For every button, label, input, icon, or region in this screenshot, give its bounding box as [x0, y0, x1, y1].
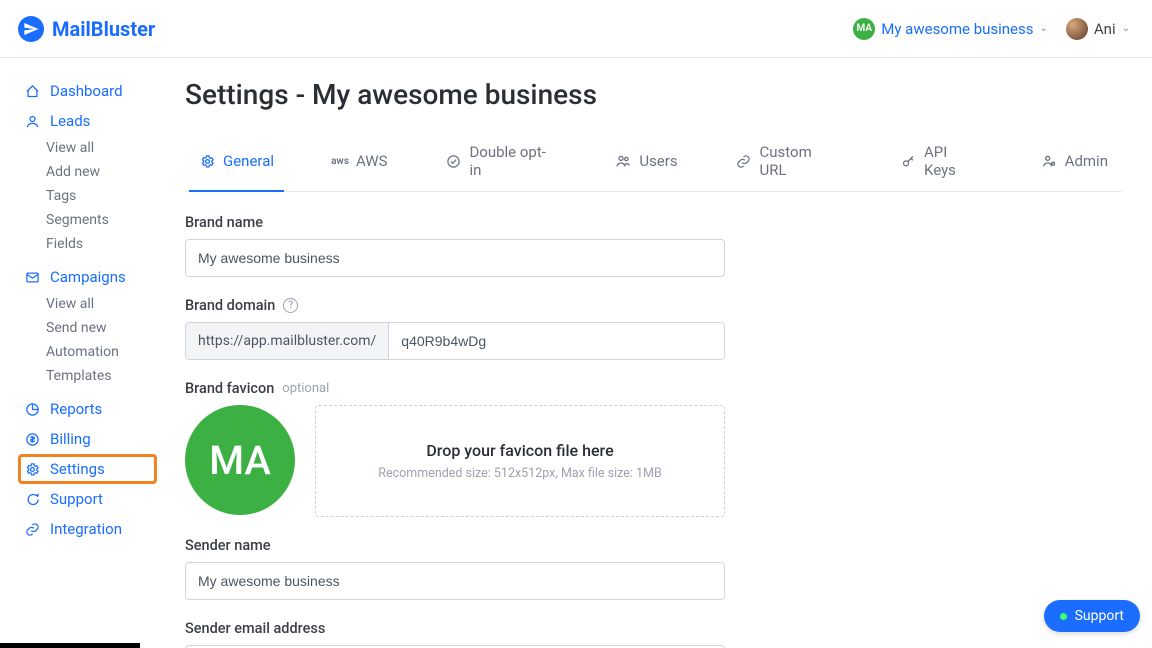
sender-name-label: Sender name [185, 537, 745, 554]
sender-email-label: Sender email address [185, 620, 745, 637]
bottom-artifact [0, 643, 140, 648]
tab-label: General [223, 152, 274, 170]
settings-tabs: General aws AWS Double opt-in Users Cust… [185, 133, 1122, 192]
brand-domain-label-text: Brand domain [185, 297, 275, 314]
sidebar-subitem-segments[interactable]: Segments [46, 208, 157, 232]
optional-text: optional [282, 381, 329, 396]
tab-api-keys[interactable]: API Keys [896, 133, 987, 191]
brand-name-label: Brand name [185, 214, 745, 231]
chat-icon [24, 492, 40, 507]
sidebar-item-billing[interactable]: Billing [18, 424, 157, 454]
chevron-down-icon: ⌄ [1122, 23, 1130, 34]
chevron-down-icon: ⌄ [1040, 23, 1048, 34]
leads-submenu: View all Add new Tags Segments Fields [18, 136, 157, 256]
tab-users[interactable]: Users [611, 133, 681, 191]
user-menu[interactable]: Ani ⌄ [1066, 18, 1130, 40]
tab-label: API Keys [924, 143, 983, 179]
user-icon [24, 114, 40, 129]
topbar-right: MA My awesome business ⌄ Ani ⌄ [853, 18, 1130, 40]
general-form: Brand name Brand domain ? https://app.ma… [185, 192, 745, 648]
sidebar-subitem-send-new[interactable]: Send new [46, 316, 157, 340]
business-badge: MA [853, 18, 875, 40]
favicon-dropzone[interactable]: Drop your favicon file here Recommended … [315, 405, 725, 517]
tab-label: Custom URL [760, 143, 843, 179]
sidebar-item-integration[interactable]: Integration [18, 514, 157, 544]
tab-custom-url[interactable]: Custom URL [732, 133, 847, 191]
main-content: Settings - My awesome business General a… [165, 58, 1152, 648]
chart-icon [24, 402, 40, 417]
brand-domain-input-group: https://app.mailbluster.com/ [185, 322, 725, 360]
gear-icon [199, 153, 215, 169]
sidebar-item-label: Billing [50, 430, 91, 448]
dropzone-title: Drop your favicon file here [426, 441, 613, 460]
support-fab-label: Support [1075, 608, 1124, 624]
avatar [1066, 18, 1088, 40]
paper-plane-icon [18, 16, 44, 42]
tab-label: Users [639, 152, 677, 170]
brand-favicon-label-text: Brand favicon [185, 380, 274, 397]
dropzone-subtitle: Recommended size: 512x512px, Max file si… [378, 466, 661, 481]
campaigns-submenu: View all Send new Automation Templates [18, 292, 157, 388]
gear-icon [24, 462, 40, 477]
tab-label: Double opt-in [469, 143, 557, 179]
sidebar-item-label: Settings [50, 460, 105, 478]
key-icon [900, 153, 916, 169]
user-name: Ani [1094, 20, 1116, 38]
link-icon [24, 522, 40, 537]
sidebar-subitem-templates[interactable]: Templates [46, 364, 157, 388]
brand-domain-label: Brand domain ? [185, 297, 745, 314]
users-icon [615, 153, 631, 169]
sidebar-item-campaigns[interactable]: Campaigns [18, 262, 157, 292]
tab-double-optin[interactable]: Double opt-in [442, 133, 562, 191]
business-switcher[interactable]: MA My awesome business ⌄ [853, 18, 1048, 40]
sidebar-subitem-fields[interactable]: Fields [46, 232, 157, 256]
help-icon[interactable]: ? [283, 298, 298, 313]
sidebar-item-reports[interactable]: Reports [18, 394, 157, 424]
tab-label: AWS [356, 152, 388, 170]
sender-name-input[interactable] [185, 562, 725, 600]
sidebar-item-support[interactable]: Support [18, 484, 157, 514]
sidebar-subitem-tags[interactable]: Tags [46, 184, 157, 208]
sidebar-item-label: Dashboard [50, 82, 123, 100]
tab-general[interactable]: General [195, 133, 278, 191]
brand-name-input[interactable] [185, 239, 725, 277]
sidebar-item-label: Campaigns [50, 268, 126, 286]
dollar-icon [24, 432, 40, 447]
sidebar-subitem-automation[interactable]: Automation [46, 340, 157, 364]
sidebar-subitem-view-all[interactable]: View all [46, 292, 157, 316]
tab-aws[interactable]: aws AWS [328, 133, 392, 191]
sidebar: Dashboard Leads View all Add new Tags Se… [0, 58, 165, 648]
home-icon [24, 84, 40, 99]
check-circle-icon [446, 153, 462, 169]
sidebar-subitem-view-all[interactable]: View all [46, 136, 157, 160]
link-icon [736, 153, 752, 169]
tab-admin[interactable]: Admin [1037, 133, 1112, 191]
sidebar-item-label: Support [50, 490, 103, 508]
logo-text: MailBluster [52, 17, 155, 41]
mail-icon [24, 270, 40, 285]
sidebar-item-dashboard[interactable]: Dashboard [18, 76, 157, 106]
tab-label: Admin [1065, 152, 1108, 170]
logo[interactable]: MailBluster [18, 16, 155, 42]
brand-favicon-label: Brand favicon optional [185, 380, 745, 397]
favicon-preview: MA [185, 405, 295, 515]
sidebar-subitem-add-new[interactable]: Add new [46, 160, 157, 184]
sidebar-item-settings[interactable]: Settings [18, 454, 157, 484]
topbar: MailBluster MA My awesome business ⌄ Ani… [0, 0, 1152, 58]
aws-icon: aws [332, 153, 348, 169]
admin-icon [1041, 153, 1057, 169]
business-name: My awesome business [881, 20, 1033, 38]
brand-domain-prefix: https://app.mailbluster.com/ [186, 323, 389, 359]
brand-domain-input[interactable] [389, 323, 724, 359]
sidebar-item-label: Leads [50, 112, 90, 130]
status-dot-icon [1060, 613, 1067, 620]
sidebar-item-label: Reports [50, 400, 102, 418]
page-title: Settings - My awesome business [185, 78, 1122, 111]
sidebar-item-leads[interactable]: Leads [18, 106, 157, 136]
support-fab[interactable]: Support [1044, 600, 1140, 632]
sidebar-item-label: Integration [50, 520, 122, 538]
